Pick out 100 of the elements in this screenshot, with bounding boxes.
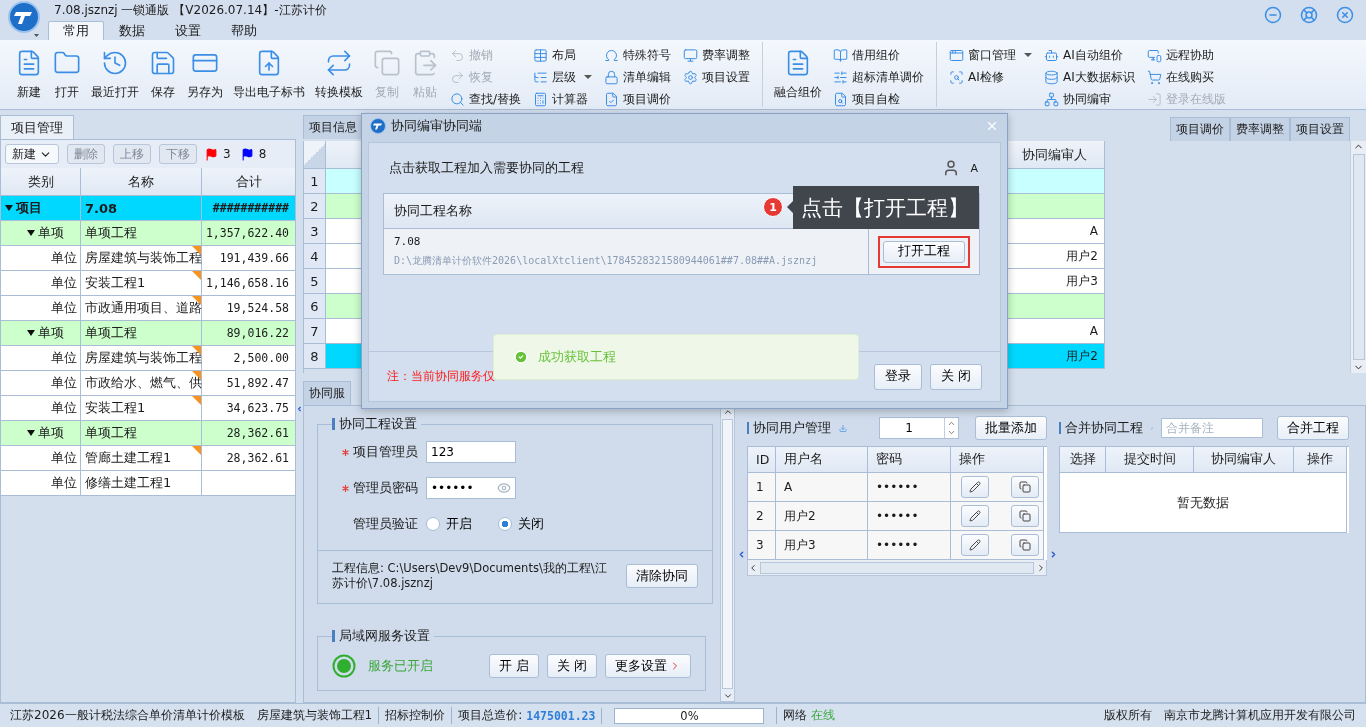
panel-tab[interactable]: 项目信息	[303, 115, 363, 139]
panel-tab[interactable]: 项目设置	[1290, 117, 1350, 141]
row-number: 2	[304, 194, 326, 219]
menu-tab[interactable]: 帮助	[216, 21, 272, 40]
toolbar-button[interactable]: AI自动组价	[1042, 45, 1137, 65]
toolbar-button[interactable]: 在线购买	[1144, 67, 1228, 87]
number-spinner[interactable]: 1	[879, 417, 959, 439]
toolbar-button[interactable]: 超标清单调价	[831, 67, 927, 87]
scrollbar[interactable]	[1350, 141, 1366, 373]
search-icon	[450, 91, 465, 107]
copy-button[interactable]	[1011, 534, 1039, 556]
tree-cell[interactable]: 单位	[1, 296, 81, 321]
remark-field[interactable]: 合并备注	[1161, 418, 1263, 438]
copy-button[interactable]	[1011, 505, 1039, 527]
tree-cell[interactable]: 单位	[1, 371, 81, 396]
scrollbar[interactable]	[747, 560, 1047, 576]
section-title: 协同工程设置	[332, 418, 421, 430]
collapse-icon[interactable]	[296, 404, 303, 414]
toolbar-button[interactable]: 另存为	[182, 46, 228, 103]
tree-cell[interactable]: 项目	[1, 196, 81, 221]
undo-icon	[450, 47, 465, 63]
toolbar-button[interactable]: 层级	[531, 67, 595, 87]
scroll-right-icon[interactable]	[1036, 562, 1046, 573]
toolbar-button[interactable]: 转换模板	[310, 46, 368, 103]
password-field[interactable]: ••••••	[426, 477, 516, 499]
panel-tab[interactable]: 协同服	[303, 381, 351, 405]
scroll-left-icon[interactable]	[748, 562, 758, 573]
menu-tab[interactable]: 设置	[160, 21, 216, 40]
merge-button[interactable]: 合并工程	[1277, 416, 1349, 440]
toolbar-button[interactable]: 协同编审	[1042, 89, 1137, 109]
total-value: 1475001.23	[526, 708, 596, 723]
toolbar-button[interactable]: 借用组价	[831, 45, 927, 65]
toolbar-button[interactable]: AI检修	[947, 67, 1035, 87]
open-project-button[interactable]: 打开工程	[883, 240, 965, 263]
radio-button[interactable]: 关闭	[498, 515, 544, 533]
tree-cell[interactable]: 单位	[1, 271, 81, 296]
table-cell: 用户2	[776, 502, 868, 531]
toolbar-button[interactable]: 费率调整	[681, 45, 753, 65]
toolbar-button[interactable]: 窗口管理	[947, 45, 1035, 65]
edit-button[interactable]	[961, 476, 989, 498]
dialog-button[interactable]: 关 闭	[930, 363, 982, 390]
toolbar-button[interactable]: 项目设置	[681, 67, 753, 87]
scroll-up-icon[interactable]	[722, 407, 733, 417]
status-text: 房屋建筑与装饰工程1	[255, 707, 374, 724]
redo-icon	[450, 69, 465, 85]
table-cell: 市政通用项目、道路	[81, 296, 202, 321]
toolbar-button[interactable]: 新建	[5, 144, 59, 164]
panel-tab[interactable]: 项目调价	[1170, 117, 1230, 141]
minimize-icon[interactable]	[1264, 5, 1282, 24]
toolbar-button[interactable]: 最近打开	[86, 46, 144, 103]
toolbar-button[interactable]: 融合组价	[769, 46, 828, 103]
menu-tab[interactable]: 常用	[48, 21, 104, 40]
menu-tab[interactable]: 数据	[104, 21, 160, 40]
edit-button[interactable]	[961, 505, 989, 527]
toolbar-button[interactable]: 新建	[10, 46, 48, 103]
tree-cell[interactable]: 单项	[1, 221, 81, 246]
toolbar-button[interactable]: 打开	[48, 46, 86, 103]
service-button[interactable]: 更多设置	[605, 654, 691, 678]
tree-cell[interactable]: 单位	[1, 246, 81, 271]
panel-tab[interactable]: 费率调整	[1230, 117, 1290, 141]
tree-cell[interactable]: 单位	[1, 446, 81, 471]
toolbar-button[interactable]: 项目自检	[831, 89, 927, 109]
eye-icon[interactable]	[497, 481, 511, 495]
toolbar-button[interactable]: AI大数据标识	[1042, 67, 1137, 87]
tree-cell[interactable]: 单位	[1, 471, 81, 496]
row-number: 5	[304, 269, 326, 294]
caret-icon	[584, 75, 593, 79]
toolbar-button[interactable]: 远程协助	[1144, 45, 1228, 65]
table-cell: 1,357,622.40	[202, 221, 296, 246]
toolbar-button[interactable]: 导出电子标书	[228, 46, 310, 103]
toolbar-button[interactable]: 保存	[144, 46, 182, 103]
app-logo-icon[interactable]	[8, 1, 40, 39]
scroll-down-icon[interactable]	[722, 691, 733, 701]
dialog-button[interactable]: 登录	[874, 363, 922, 390]
tree-cell[interactable]: 单位	[1, 396, 81, 421]
tree-cell[interactable]: 单项	[1, 421, 81, 446]
scrollbar[interactable]	[720, 406, 735, 702]
batch-add-button[interactable]: 批量添加	[975, 416, 1047, 440]
service-button[interactable]: 开 启	[489, 654, 539, 678]
service-button[interactable]: 关 闭	[547, 654, 597, 678]
copy-button[interactable]	[1011, 476, 1039, 498]
tree-cell[interactable]: 单项	[1, 321, 81, 346]
copy-icon	[373, 48, 401, 77]
radio-button[interactable]: 开启	[426, 515, 472, 533]
restore-icon[interactable]	[1300, 5, 1318, 24]
clear-button[interactable]: 清除协同	[626, 564, 698, 588]
tree-cell[interactable]: 单位	[1, 346, 81, 371]
app-logo-icon[interactable]	[370, 118, 386, 134]
toolbar-button[interactable]: 特殊符号	[602, 45, 674, 65]
close-icon[interactable]	[1336, 5, 1354, 24]
toolbar-button[interactable]: 查找/替换	[448, 89, 524, 109]
calculator-icon	[533, 91, 549, 107]
tooltip: 点击【打开工程】	[787, 186, 979, 229]
toolbar-button[interactable]: 项目调价	[602, 89, 674, 109]
toolbar-button[interactable]: 计算器	[531, 89, 595, 109]
edit-button[interactable]	[961, 534, 989, 556]
toolbar-button[interactable]: 布局	[531, 45, 595, 65]
table-cell: ###########	[202, 196, 296, 221]
toolbar-button[interactable]: 清单编辑	[602, 67, 674, 87]
input-field[interactable]: 123	[426, 441, 516, 463]
